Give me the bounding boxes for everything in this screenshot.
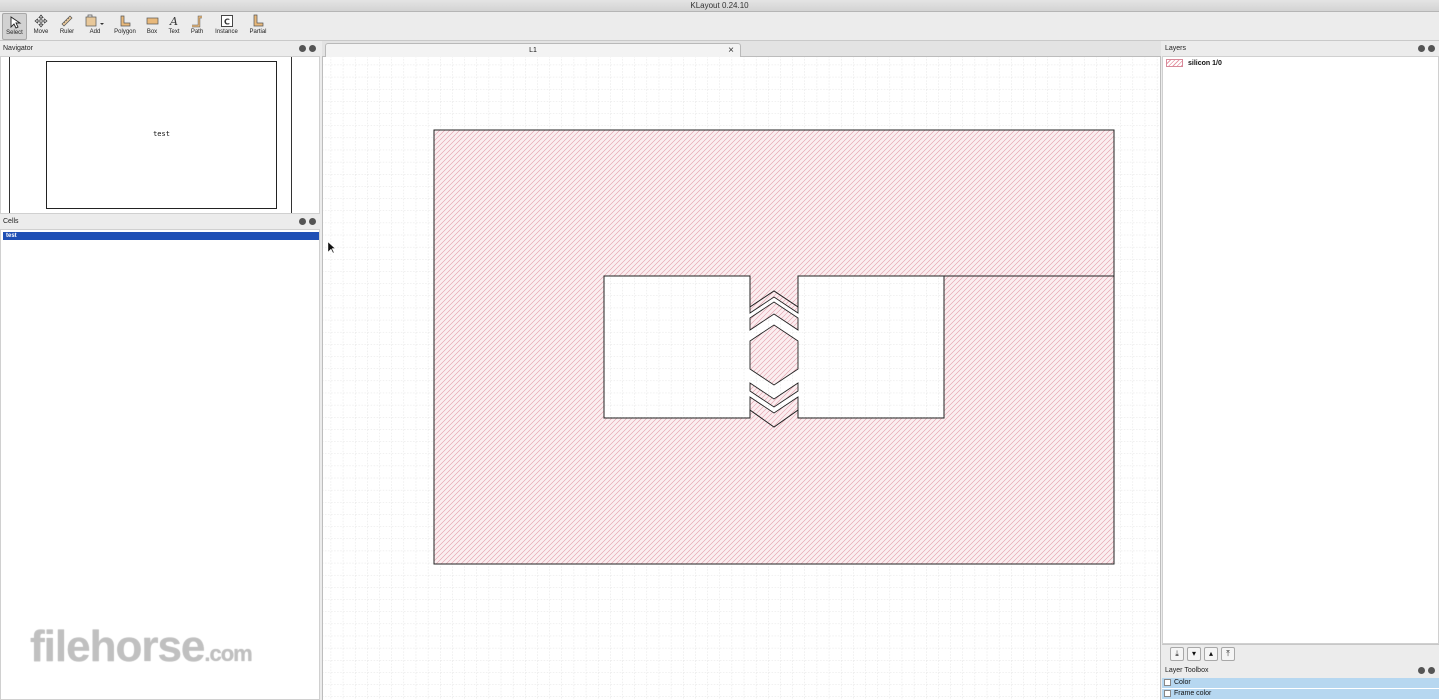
layer-item-silicon[interactable]: silicon 1/0 <box>1166 59 1222 69</box>
move-icon <box>34 14 48 28</box>
toolbox-frame-color-label: Frame color <box>1174 690 1212 697</box>
move-tool-label: Move <box>33 29 49 35</box>
layout-canvas[interactable] <box>322 57 1161 700</box>
add-tool-button[interactable]: Add <box>82 13 108 40</box>
navigator-right-edge <box>291 57 292 213</box>
box-icon <box>146 17 159 25</box>
box-tool-button[interactable]: Box <box>143 13 161 40</box>
select-arrow-icon <box>10 16 21 29</box>
klayout-window: KLayout 0.24.10 Select Move Ruler Add Po… <box>0 0 1439 700</box>
box-tool-label: Box <box>146 29 158 35</box>
navigator-cell-label: test <box>153 130 170 138</box>
cells-float-button[interactable] <box>299 218 306 225</box>
move-up-icon[interactable]: ▴ <box>1204 647 1218 661</box>
polygon-tool-button[interactable]: Polygon <box>113 13 137 40</box>
window-title: KLayout 0.24.10 <box>0 0 1439 12</box>
partial-tool-label: Partial <box>249 29 267 35</box>
instance-tool-button[interactable]: C Instance <box>213 13 240 40</box>
main-toolbar: Select Move Ruler Add Polygon Box A Text <box>0 12 1439 41</box>
layer-toolbox-dock-buttons <box>1415 665 1435 677</box>
path-tool-label: Path <box>190 29 204 35</box>
watermark-suffix: .com <box>204 641 252 666</box>
layers-float-button[interactable] <box>1418 45 1425 52</box>
toolbox-item-frame-color[interactable]: Frame color <box>1162 689 1439 699</box>
filehorse-watermark: filehorse.com <box>30 622 253 672</box>
svg-text:A: A <box>169 15 178 28</box>
move-to-top-icon[interactable]: ⤒ <box>1221 647 1235 661</box>
color-checkbox[interactable] <box>1164 679 1171 686</box>
frame-color-checkbox[interactable] <box>1164 690 1171 697</box>
select-tool-label: Select <box>6 30 23 36</box>
navigator-cell-frame[interactable]: test <box>46 61 277 209</box>
instance-icon: C <box>220 15 233 27</box>
instance-tool-label: Instance <box>215 29 238 35</box>
toolbox-color-label: Color <box>1174 679 1191 686</box>
layer-toolbox: Color Frame color <box>1162 678 1439 700</box>
layer-item-label: silicon 1/0 <box>1188 60 1222 67</box>
partial-tool-button[interactable]: Partial <box>247 13 269 40</box>
move-down-icon[interactable]: ▾ <box>1187 647 1201 661</box>
navigator-view[interactable]: test <box>0 56 320 214</box>
move-tool-button[interactable]: Move <box>31 13 51 40</box>
toolbox-item-color[interactable]: Color <box>1162 678 1439 688</box>
ruler-tool-label: Ruler <box>59 29 75 35</box>
cells-dock-buttons <box>296 216 316 228</box>
layer-hatch-swatch <box>1166 59 1183 68</box>
add-icon <box>85 14 104 27</box>
layers-dock-buttons <box>1415 43 1435 55</box>
navigator-close-button[interactable] <box>309 45 316 52</box>
navigator-left-edge <box>9 57 10 213</box>
toolbox-close-button[interactable] <box>1428 667 1435 674</box>
watermark-text: filehorse <box>30 622 205 671</box>
select-tool-button[interactable]: Select <box>2 13 27 40</box>
layers-list[interactable]: silicon 1/0 <box>1162 56 1439 644</box>
tab-l1[interactable]: L1 × <box>325 43 741 57</box>
cells-close-button[interactable] <box>309 218 316 225</box>
polygon-icon <box>120 15 131 27</box>
layer-toolbox-title: Layer Toolbox <box>1165 667 1209 674</box>
navigator-title: Navigator <box>3 45 33 52</box>
text-tool-label: Text <box>168 29 180 35</box>
polygon-tool-label: Polygon <box>114 29 136 35</box>
text-icon: A <box>169 15 178 28</box>
tab-close-icon[interactable]: × <box>728 44 734 57</box>
cell-item-test[interactable]: test <box>3 232 319 240</box>
partial-icon <box>253 14 264 27</box>
path-icon <box>192 15 202 28</box>
layers-action-bar: ⤓ ▾ ▴ ⤒ <box>1162 644 1439 663</box>
layers-title: Layers <box>1165 45 1187 52</box>
navigator-float-button[interactable] <box>299 45 306 52</box>
navigator-dock-buttons <box>296 43 316 55</box>
ruler-tool-button[interactable]: Ruler <box>57 13 77 40</box>
tab-l1-label: L1 <box>529 47 537 54</box>
move-to-bottom-icon[interactable]: ⤓ <box>1170 647 1184 661</box>
layout-drawing <box>323 57 1160 700</box>
layers-close-button[interactable] <box>1428 45 1435 52</box>
toolbox-float-button[interactable] <box>1418 667 1425 674</box>
path-tool-button[interactable]: Path <box>187 13 207 40</box>
svg-text:C: C <box>224 18 230 27</box>
text-tool-button[interactable]: A Text <box>166 13 182 40</box>
add-tool-label: Add <box>89 29 101 35</box>
ruler-icon <box>61 15 73 27</box>
cells-title: Cells <box>3 218 19 225</box>
editor-tabbar: L1 × <box>322 41 1161 57</box>
